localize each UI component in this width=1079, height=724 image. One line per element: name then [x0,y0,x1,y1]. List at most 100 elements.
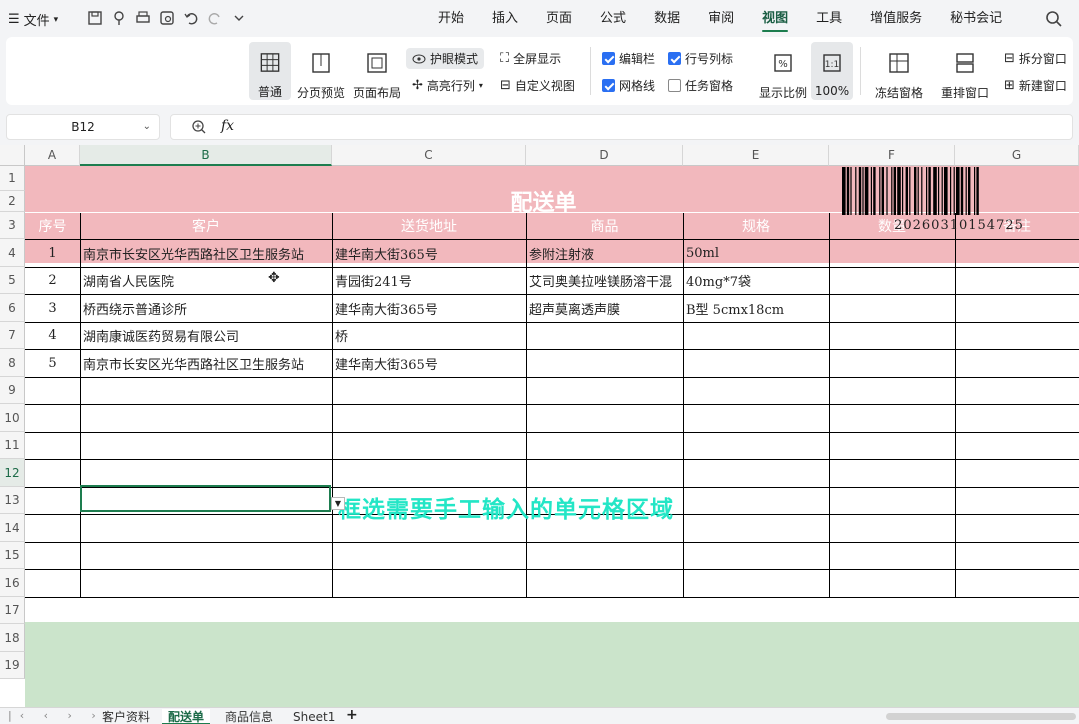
table-cell[interactable]: 艾司奥美拉唑镁肠溶干混 [529,267,682,294]
table-cell[interactable]: 南京市长安区光华西路社区卫生服务站 [83,349,331,377]
row-header[interactable]: 15 [0,542,25,569]
row-header[interactable]: 3 [0,212,25,239]
table-cell[interactable]: 超声莫离透声膜 [529,294,682,322]
row-header[interactable]: 13 [0,487,25,514]
tab-secretary[interactable]: 秘书会记 [936,0,1016,37]
chevron-down-icon[interactable]: ⌄ [143,121,151,132]
table-cell[interactable]: 南京市长安区光华西路社区卫生服务站 [83,239,331,267]
pen-icon[interactable] [110,9,128,27]
table-header-cell[interactable]: 序号 [25,212,80,239]
rearrange-button[interactable]: 重排窗口 [934,42,996,101]
table-cell[interactable] [529,322,682,349]
freeze-panes-button[interactable]: 冻结窗格 [868,42,930,101]
column-header[interactable]: C [332,145,526,166]
file-menu-label[interactable]: 文件 [24,10,50,29]
gridlines-checkbox[interactable]: 网格线 [602,77,655,94]
table-cell[interactable]: 湖南省人民医院 [83,267,331,294]
checkbox-checked-icon[interactable] [668,52,681,65]
table-cell[interactable] [958,267,1078,294]
redo-icon[interactable] [206,9,224,27]
sheet-title[interactable]: 配送单 [332,166,755,236]
print-icon[interactable] [134,9,152,27]
highlight-rowcol-button[interactable]: ✢ 高亮行列 ▾ [412,77,483,94]
table-cell[interactable]: 桥 [335,322,348,349]
table-cell[interactable]: 建华南大街365号 [335,349,525,377]
eye-protect-button[interactable]: 护眼模式 [406,48,485,69]
table-cell[interactable] [958,349,1078,377]
row-header[interactable]: 14 [0,514,25,542]
row-header[interactable]: 4 [0,239,25,267]
tab-view[interactable]: 视图 [748,0,802,37]
row-header[interactable]: 6 [0,294,25,322]
tab-value-added[interactable]: 增值服务 [856,0,936,37]
undo-icon[interactable] [182,9,200,27]
table-cell[interactable] [832,349,954,377]
column-header[interactable]: B [80,145,332,166]
row-header[interactable]: 5 [0,267,25,294]
table-cell[interactable]: 1 [25,239,80,267]
sheet-tab-delivery[interactable]: 配送单 [162,709,211,724]
table-cell[interactable]: 建华南大街365号 [335,239,525,267]
sheet-tab-sheet1[interactable]: Sheet1 [287,709,341,724]
row-header[interactable]: 16 [0,569,25,597]
chevron-down-icon[interactable] [230,9,248,27]
fullscreen-button[interactable]: ⛶ 全屏显示 [500,50,561,67]
hamburger-icon[interactable]: ☰ [8,12,20,27]
row-header[interactable]: 10 [0,404,25,432]
zoom-button[interactable]: % 显示比例 [758,42,808,101]
table-cell[interactable]: 5 [25,349,80,377]
table-cell[interactable] [335,322,525,349]
table-cell[interactable]: 湖南康诚医药贸易有限公司 [83,322,331,349]
formula-input[interactable]: fx [170,114,1073,140]
table-cell[interactable] [686,322,828,349]
dropdown-arrow-icon[interactable]: ▼ [331,497,345,510]
selected-cell[interactable] [80,485,331,512]
table-cell[interactable] [529,349,682,377]
zoom-in-icon[interactable] [191,119,207,135]
save-icon[interactable] [86,9,104,27]
table-cell[interactable] [958,294,1078,322]
row-header[interactable]: 1 [0,166,25,191]
table-header-cell[interactable]: 客户 [80,212,332,239]
row-header[interactable]: 12 [0,459,25,487]
search-icon[interactable] [1044,9,1064,29]
table-cell[interactable] [958,239,1078,267]
table-cell[interactable] [686,349,828,377]
page-layout-button[interactable]: 页面布局 [352,42,402,101]
table-cell[interactable]: B型 5cmx18cm [686,294,828,322]
normal-view-button[interactable]: 普通 [249,42,291,100]
column-header[interactable]: E [683,145,829,166]
table-cell[interactable] [832,267,954,294]
sheet-tab-customers[interactable]: 客户资料 [96,709,156,724]
table-cell[interactable]: 青园街241号 [335,267,525,294]
table-cell[interactable]: 桥西绕示普通诊所 [83,294,331,322]
tab-data[interactable]: 数据 [640,0,694,37]
table-cell[interactable]: 3 [25,294,80,322]
fx-icon[interactable]: fx [221,118,234,134]
tab-review[interactable]: 审阅 [694,0,748,37]
checkbox-checked-icon[interactable] [602,52,615,65]
table-cell[interactable] [832,322,954,349]
print-preview-icon[interactable] [158,9,176,27]
row-header[interactable]: 18 [0,624,25,652]
custom-view-button[interactable]: ⊟ 自定义视图 [500,77,575,94]
table-cell[interactable] [958,322,1078,349]
tab-page[interactable]: 页面 [532,0,586,37]
table-cell[interactable] [832,239,954,267]
tab-formulas[interactable]: 公式 [586,0,640,37]
tab-tools[interactable]: 工具 [802,0,856,37]
row-header[interactable]: 2 [0,191,25,212]
tab-insert[interactable]: 插入 [478,0,532,37]
select-all-corner[interactable] [0,145,25,166]
horizontal-scrollbar[interactable] [886,713,1076,720]
split-window-button[interactable]: ⊟ 拆分窗口 [1004,50,1067,67]
row-col-header-checkbox[interactable]: 行号列标 [668,50,733,67]
table-cell[interactable]: 50ml [686,239,828,267]
column-header[interactable]: G [955,145,1079,166]
row-header[interactable]: 19 [0,652,25,679]
table-cell[interactable]: 2 [25,267,80,294]
table-cell[interactable]: 参附注射液 [529,239,682,267]
row-header[interactable]: 8 [0,349,25,377]
sheet-tab-products[interactable]: 商品信息 [219,709,279,724]
table-cell[interactable]: 建华南大街365号 [335,294,525,322]
